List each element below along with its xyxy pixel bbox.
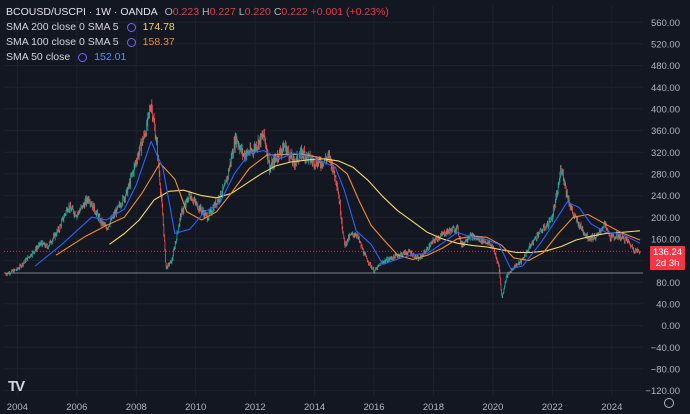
open-key: O	[164, 6, 173, 18]
y-tick-label: 240.00	[651, 191, 680, 202]
close-value: 0.222	[281, 6, 308, 18]
y-tick-label: 360.00	[651, 126, 680, 137]
y-tick-label: 0.00	[662, 321, 681, 332]
symbol-title[interactable]: BCOUSD/USCPI · 1W · OANDA	[6, 5, 158, 20]
high-key: H	[201, 6, 210, 18]
last-price-value: 136.24	[652, 246, 683, 258]
sma200-value: 174.78	[142, 21, 175, 33]
x-tick-label: 2010	[185, 402, 206, 413]
open-value: 0.223	[172, 6, 200, 18]
y-tick-label: 440.00	[651, 83, 680, 94]
x-tick-label: 2006	[66, 402, 87, 413]
x-tick-label: 2004	[7, 402, 28, 413]
x-tick-label: 2016	[363, 402, 384, 413]
indicator-sma100[interactable]: SMA 100 close 0 SMA 5 158.37	[6, 35, 389, 50]
x-tick-label: 2024	[601, 402, 622, 413]
sma200-label: SMA 200 close 0 SMA 5	[6, 21, 119, 33]
high-value: 0.227	[209, 6, 236, 18]
x-tick-label: 2008	[126, 402, 147, 413]
chart-legend: BCOUSD/USCPI · 1W · OANDA O0.223 H0.227 …	[6, 5, 389, 65]
candlestick-series	[5, 99, 641, 299]
y-tick-label: 40.00	[656, 299, 680, 310]
y-tick-label: 320.00	[651, 148, 680, 159]
reference-lines	[4, 250, 643, 274]
y-tick-label: 280.00	[651, 169, 680, 180]
sma-lines	[34, 140, 641, 270]
tradingview-logo[interactable]: TV	[8, 378, 25, 395]
x-tick-label: 2018	[423, 402, 444, 413]
y-tick-label: −80.00	[651, 364, 680, 375]
ohlc-values: O0.223 H0.227 L0.220 C0.222 +0.001 (+0.2…	[162, 5, 389, 20]
sma100-value: 158.37	[142, 36, 175, 48]
symbol-row: BCOUSD/USCPI · 1W · OANDA O0.223 H0.227 …	[6, 5, 389, 20]
y-tick-label: 480.00	[651, 61, 680, 72]
settings-icon[interactable]	[126, 38, 136, 47]
y-tick-label: −120.00	[645, 386, 680, 397]
price-axis[interactable]: 560.00 520.00 480.00 440.00 400.00 360.00 320.…	[645, 18, 680, 397]
y-tick-label: 400.00	[651, 104, 680, 115]
y-tick-label: 200.00	[651, 213, 680, 224]
sma50-label: SMA 50 close	[6, 51, 71, 63]
y-tick-label: −40.00	[651, 343, 680, 354]
y-tick-label: 80.00	[656, 278, 680, 289]
x-tick-label: 2012	[245, 402, 266, 413]
y-tick-label: 520.00	[651, 39, 680, 50]
indicator-sma200[interactable]: SMA 200 close 0 SMA 5 174.78	[6, 20, 389, 35]
settings-icon[interactable]	[126, 23, 136, 32]
last-price-tag: 136.24 2d 3h	[650, 245, 685, 270]
sma100-label: SMA 100 close 0 SMA 5	[6, 36, 119, 48]
x-tick-label: 2020	[482, 402, 503, 413]
settings-icon[interactable]	[664, 398, 674, 408]
time-axis[interactable]: 2004 2006 2008 2010 2012 2014 2016 2018 2020 2022…	[7, 402, 623, 413]
low-value: 0.220	[244, 6, 271, 18]
bar-countdown: 2d 3h	[655, 257, 680, 269]
y-tick-label: 560.00	[651, 18, 680, 29]
settings-icon[interactable]	[78, 53, 88, 62]
x-tick-label: 2022	[542, 402, 563, 413]
change-value: +0.001 (+0.23%)	[310, 6, 389, 18]
sma50-value: 152.01	[94, 51, 127, 63]
x-tick-label: 2014	[304, 402, 325, 413]
indicator-sma50[interactable]: SMA 50 close 152.01	[6, 50, 389, 65]
y-tick-label: 160.00	[651, 234, 680, 245]
